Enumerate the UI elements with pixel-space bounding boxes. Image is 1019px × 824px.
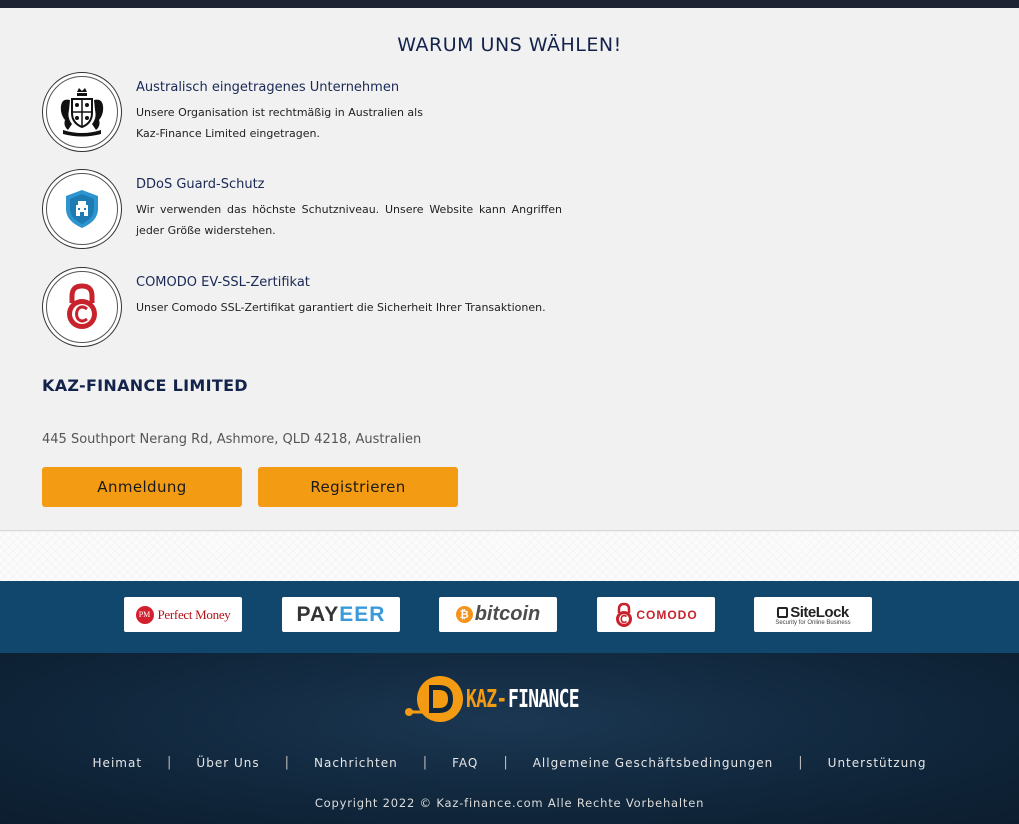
section-heading: WARUM UNS WÄHLEN! [397, 34, 622, 56]
footer-nav: Heimat | Über Uns | Nachrichten | FAQ | … [0, 755, 1019, 770]
why-us-section: WARUM UNS WÄHLEN! Australisch eingetrage… [0, 8, 1019, 531]
footer-logo[interactable]: KAZ- FINANCE [404, 675, 594, 725]
royal-coat-of-arms-icon [60, 88, 104, 137]
padlock-icon [616, 602, 633, 627]
pattern-divider [0, 532, 1019, 581]
company-name: KAZ-FINANCE LIMITED [42, 376, 248, 395]
feature-badge [42, 169, 122, 249]
register-button[interactable]: Registrieren [258, 467, 458, 507]
footer-link-terms[interactable]: Allgemeine Geschäftsbedingungen [508, 756, 799, 770]
site-footer: KAZ- FINANCE Heimat | Über Uns | Nachric… [0, 653, 1019, 824]
copyright-text: Copyright 2022 © Kaz-finance.com Alle Re… [314, 796, 705, 810]
footer-link-about[interactable]: Über Uns [171, 756, 284, 770]
perfect-money-logo: PM Perfect Money [124, 597, 242, 632]
feature-registered-company: Australisch eingetragenes Unternehmen Un… [42, 72, 572, 154]
top-strip [0, 0, 1019, 8]
logo-d-icon [405, 676, 463, 722]
feature-title: DDoS Guard-Schutz [136, 177, 265, 192]
perfect-money-icon: PM [135, 605, 154, 624]
footer-link-news[interactable]: Nachrichten [289, 756, 423, 770]
footer-link-faq[interactable]: FAQ [427, 756, 503, 770]
shield-icon [59, 186, 105, 232]
feature-description: Unser Comodo SSL-Zertifikat garantiert d… [136, 301, 546, 314]
feature-badge [42, 72, 122, 152]
feature-badge [42, 267, 122, 347]
payment-logos-bar: PM Perfect Money PAY EER ₿ bitcoin COMODO… [0, 581, 1019, 653]
bitcoin-icon: ₿ [455, 606, 473, 623]
feature-ssl-certificate: COMODO EV-SSL-Zertifikat Unser Comodo SS… [42, 267, 572, 349]
login-button[interactable]: Anmeldung [42, 467, 242, 507]
feature-ddos-protection: DDoS Guard-Schutz Wir verwenden das höch… [42, 169, 572, 251]
sitelock-logo: SiteLock Security for Online Business [754, 597, 872, 632]
footer-link-support[interactable]: Unterstützung [803, 756, 952, 770]
comodo-logo: COMODO [597, 597, 715, 632]
footer-link-home[interactable]: Heimat [68, 756, 168, 770]
padlock-icon [67, 283, 97, 329]
feature-title: Australisch eingetragenes Unternehmen [136, 80, 400, 95]
feature-title: COMODO EV-SSL-Zertifikat [136, 275, 310, 290]
feature-description: Unsere Organisation ist rechtmäßig in Au… [136, 106, 423, 140]
feature-description: Wir verwenden das höchste Schutzniveau. … [136, 203, 562, 237]
lock-icon [777, 606, 789, 618]
company-address: 445 Southport Nerang Rd, Ashmore, QLD 42… [42, 432, 422, 447]
bitcoin-logo: ₿ bitcoin [439, 597, 557, 632]
payeer-logo: PAY EER [282, 597, 400, 632]
